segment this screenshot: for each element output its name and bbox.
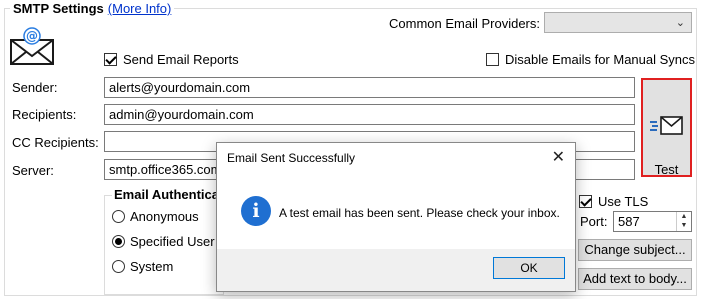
- smtp-settings-title: SMTP Settings (More Info): [10, 1, 175, 16]
- test-button[interactable]: Test: [641, 78, 692, 177]
- more-info-link[interactable]: (More Info): [108, 1, 172, 16]
- info-icon: i: [241, 196, 271, 226]
- radio-specified-user[interactable]: [112, 235, 125, 248]
- radio-anonymous[interactable]: [112, 210, 125, 223]
- port-value: 587: [618, 214, 640, 229]
- port-stepper[interactable]: 587 ▲ ▼: [613, 211, 692, 232]
- disable-manual-checkbox[interactable]: [486, 53, 499, 66]
- dialog-footer: OK: [217, 249, 575, 291]
- svg-text:@: @: [26, 29, 38, 43]
- dialog-titlebar: Email Sent Successfully ✕: [217, 143, 575, 173]
- close-icon[interactable]: ✕: [552, 147, 565, 167]
- ok-button[interactable]: OK: [493, 257, 565, 279]
- test-label: Test: [654, 162, 679, 177]
- send-reports-label: Send Email Reports: [123, 52, 239, 67]
- providers-label: Common Email Providers:: [389, 16, 540, 31]
- dialog-title: Email Sent Successfully: [227, 151, 356, 165]
- radio-specified-user-label: Specified User: [130, 234, 215, 249]
- email-icon: @: [8, 26, 56, 66]
- spin-arrows-icon[interactable]: ▲ ▼: [676, 212, 691, 231]
- recipients-input[interactable]: admin@yourdomain.com: [104, 104, 635, 125]
- radio-system-label: System: [130, 259, 174, 274]
- use-tls-label: Use TLS: [598, 194, 649, 209]
- dialog-message: A test email has been sent. Please check…: [279, 206, 560, 220]
- recipients-label: Recipients:: [12, 107, 77, 122]
- send-reports-checkbox[interactable]: [104, 53, 117, 66]
- use-tls-checkbox[interactable]: [579, 195, 592, 208]
- sender-label: Sender:: [12, 80, 58, 95]
- radio-system[interactable]: [112, 260, 125, 273]
- sender-input[interactable]: alerts@yourdomain.com: [104, 77, 635, 98]
- port-label: Port:: [580, 214, 608, 229]
- auth-title: Email Authentica: [112, 187, 221, 202]
- disable-manual-label: Disable Emails for Manual Syncs: [505, 52, 696, 67]
- change-subject-button[interactable]: Change subject...: [578, 239, 692, 261]
- send-mail-icon: [650, 114, 684, 138]
- email-sent-dialog: Email Sent Successfully ✕ i A test email…: [216, 142, 576, 292]
- server-label: Server:: [12, 163, 54, 178]
- providers-select[interactable]: ⌄: [544, 12, 692, 33]
- chevron-down-icon: ⌄: [675, 17, 685, 29]
- add-text-button[interactable]: Add text to body...: [578, 268, 692, 290]
- cc-label: CC Recipients:: [12, 135, 99, 150]
- radio-anonymous-label: Anonymous: [130, 209, 199, 224]
- group-title: SMTP Settings: [13, 1, 104, 16]
